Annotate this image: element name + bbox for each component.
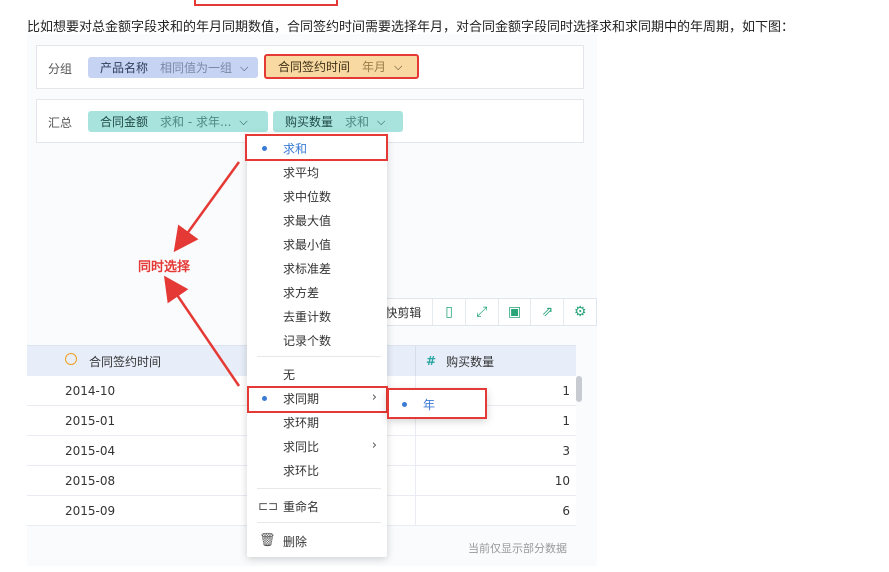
annotation-label: 同时选择 bbox=[138, 260, 191, 275]
annotation-arrows bbox=[163, 161, 241, 387]
arrow-to-same-period bbox=[163, 275, 241, 387]
arrow-to-sum bbox=[173, 161, 241, 253]
